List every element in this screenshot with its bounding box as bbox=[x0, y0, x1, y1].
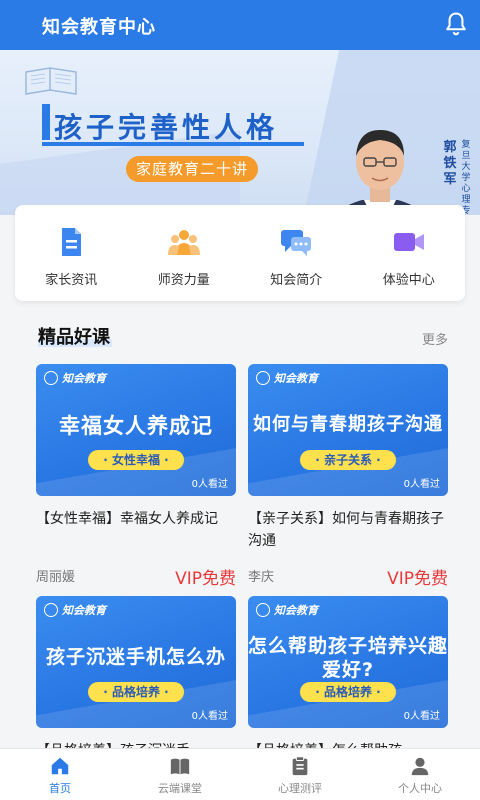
brand-text: 知会教育 bbox=[62, 372, 106, 385]
app-header: 知会教育中心 bbox=[0, 0, 480, 50]
speaker-name: 郭铁军 bbox=[443, 140, 457, 187]
quick-nav-label: 家长资讯 bbox=[45, 273, 98, 288]
speaker-title: 复旦大学心理专家 bbox=[461, 140, 471, 215]
price-label: VIP免费 bbox=[175, 569, 236, 589]
quick-nav-experience[interactable]: 体验中心 bbox=[353, 205, 466, 301]
chat-icon bbox=[281, 230, 312, 256]
brand-logo-icon bbox=[256, 603, 270, 617]
quick-nav-card: 家长资讯 师资力量 知会简介 体验中心 bbox=[15, 205, 465, 301]
quick-nav-label: 师资力量 bbox=[157, 273, 210, 288]
book-icon bbox=[170, 758, 190, 775]
document-icon bbox=[62, 228, 82, 256]
section-title: 精品好课 bbox=[38, 327, 110, 348]
teacher-name: 李庆 bbox=[248, 570, 275, 585]
thumbnail-title: 怎么帮助孩子培养兴趣爱好? bbox=[248, 635, 448, 681]
tab-label: 心理测评 bbox=[278, 782, 322, 795]
quick-nav-label: 知会简介 bbox=[270, 273, 323, 288]
tab-label: 个人中心 bbox=[398, 782, 442, 795]
view-count: 0人看过 bbox=[403, 479, 440, 490]
tab-label: 云端课堂 bbox=[158, 782, 202, 795]
bottom-tab-bar: 首页 云端课堂 心理测评 个人中心 bbox=[0, 748, 480, 800]
brand-badge: 知会教育 bbox=[256, 602, 318, 618]
quick-nav-about[interactable]: 知会简介 bbox=[240, 205, 353, 301]
course-thumbnail: 知会教育 怎么帮助孩子培养兴趣爱好? · 品格培养 · 0人看过 bbox=[248, 596, 448, 728]
brand-logo-icon bbox=[44, 371, 58, 385]
course-thumbnail: 知会教育 幸福女人养成记 · 女性幸福 · 0人看过 bbox=[36, 364, 236, 496]
thumbnail-title: 如何与青春期孩子沟通 bbox=[253, 414, 443, 435]
view-count: 0人看过 bbox=[191, 479, 228, 490]
quick-nav-label: 体验中心 bbox=[382, 273, 435, 288]
speaker-photo bbox=[334, 130, 426, 215]
course-thumbnail: 知会教育 如何与青春期孩子沟通 · 亲子关系 · 0人看过 bbox=[248, 364, 448, 496]
thumbnail-title: 孩子沉迷手机怎么办 bbox=[45, 646, 226, 668]
quick-nav-parent-news[interactable]: 家长资讯 bbox=[15, 205, 128, 301]
course-footer: 李庆 VIP免费 bbox=[248, 564, 448, 589]
app-title: 知会教育中心 bbox=[42, 17, 156, 38]
tab-label: 首页 bbox=[49, 782, 71, 795]
course-tag: · 品格培养 · bbox=[88, 682, 184, 702]
tab-cloud-classroom[interactable]: 云端课堂 bbox=[120, 749, 240, 800]
brand-badge: 知会教育 bbox=[256, 370, 318, 386]
thumbnail-title: 幸福女人养成记 bbox=[59, 414, 213, 438]
course-tag: · 品格培养 · bbox=[300, 682, 396, 702]
course-title: 【亲子关系】如何与青春期孩子沟通 bbox=[248, 511, 444, 549]
course-card[interactable]: 知会教育 如何与青春期孩子沟通 · 亲子关系 · 0人看过 【亲子关系】如何与青… bbox=[248, 364, 448, 589]
course-tag: · 女性幸福 · bbox=[88, 450, 184, 470]
banner-title: 孩子完善性人格 bbox=[54, 111, 279, 144]
view-count: 0人看过 bbox=[403, 711, 440, 722]
title-accent-bar bbox=[42, 104, 50, 140]
banner-subtitle: 家庭教育二十讲 bbox=[126, 156, 258, 182]
brand-text: 知会教育 bbox=[274, 372, 318, 385]
view-count: 0人看过 bbox=[191, 711, 228, 722]
user-icon bbox=[411, 757, 429, 776]
promo-banner[interactable]: 孩子完善性人格 家庭教育二十讲 郭铁军 复旦大学心理专家 bbox=[0, 50, 480, 215]
teacher-name: 周丽媛 bbox=[36, 570, 76, 585]
price-label: VIP免费 bbox=[387, 569, 448, 589]
more-link[interactable]: 更多 bbox=[422, 329, 448, 348]
book-icon bbox=[25, 67, 77, 95]
course-thumbnail: 知会教育 孩子沉迷手机怎么办 · 品格培养 · 0人看过 bbox=[36, 596, 236, 728]
course-footer: 周丽媛 VIP免费 bbox=[36, 564, 236, 589]
brand-badge: 知会教育 bbox=[44, 370, 106, 386]
quick-nav-faculty[interactable]: 师资力量 bbox=[128, 205, 241, 301]
course-card[interactable]: 知会教育 幸福女人养成记 · 女性幸福 · 0人看过 【女性幸福】幸福女人养成记… bbox=[36, 364, 236, 589]
course-title: 【女性幸福】幸福女人养成记 bbox=[36, 511, 218, 527]
tab-home[interactable]: 首页 bbox=[0, 749, 120, 800]
bell-icon[interactable] bbox=[442, 10, 470, 38]
clipboard-icon bbox=[292, 756, 308, 776]
brand-text: 知会教育 bbox=[62, 604, 106, 617]
brand-text: 知会教育 bbox=[274, 604, 318, 617]
group-icon bbox=[167, 230, 200, 255]
course-tag: · 亲子关系 · bbox=[300, 450, 396, 470]
home-icon bbox=[51, 757, 69, 775]
title-underline bbox=[42, 142, 304, 146]
tab-assessment[interactable]: 心理测评 bbox=[240, 749, 360, 800]
video-icon bbox=[393, 233, 424, 251]
brand-logo-icon bbox=[256, 371, 270, 385]
tab-profile[interactable]: 个人中心 bbox=[360, 749, 480, 800]
brand-badge: 知会教育 bbox=[44, 602, 106, 618]
brand-logo-icon bbox=[44, 603, 58, 617]
